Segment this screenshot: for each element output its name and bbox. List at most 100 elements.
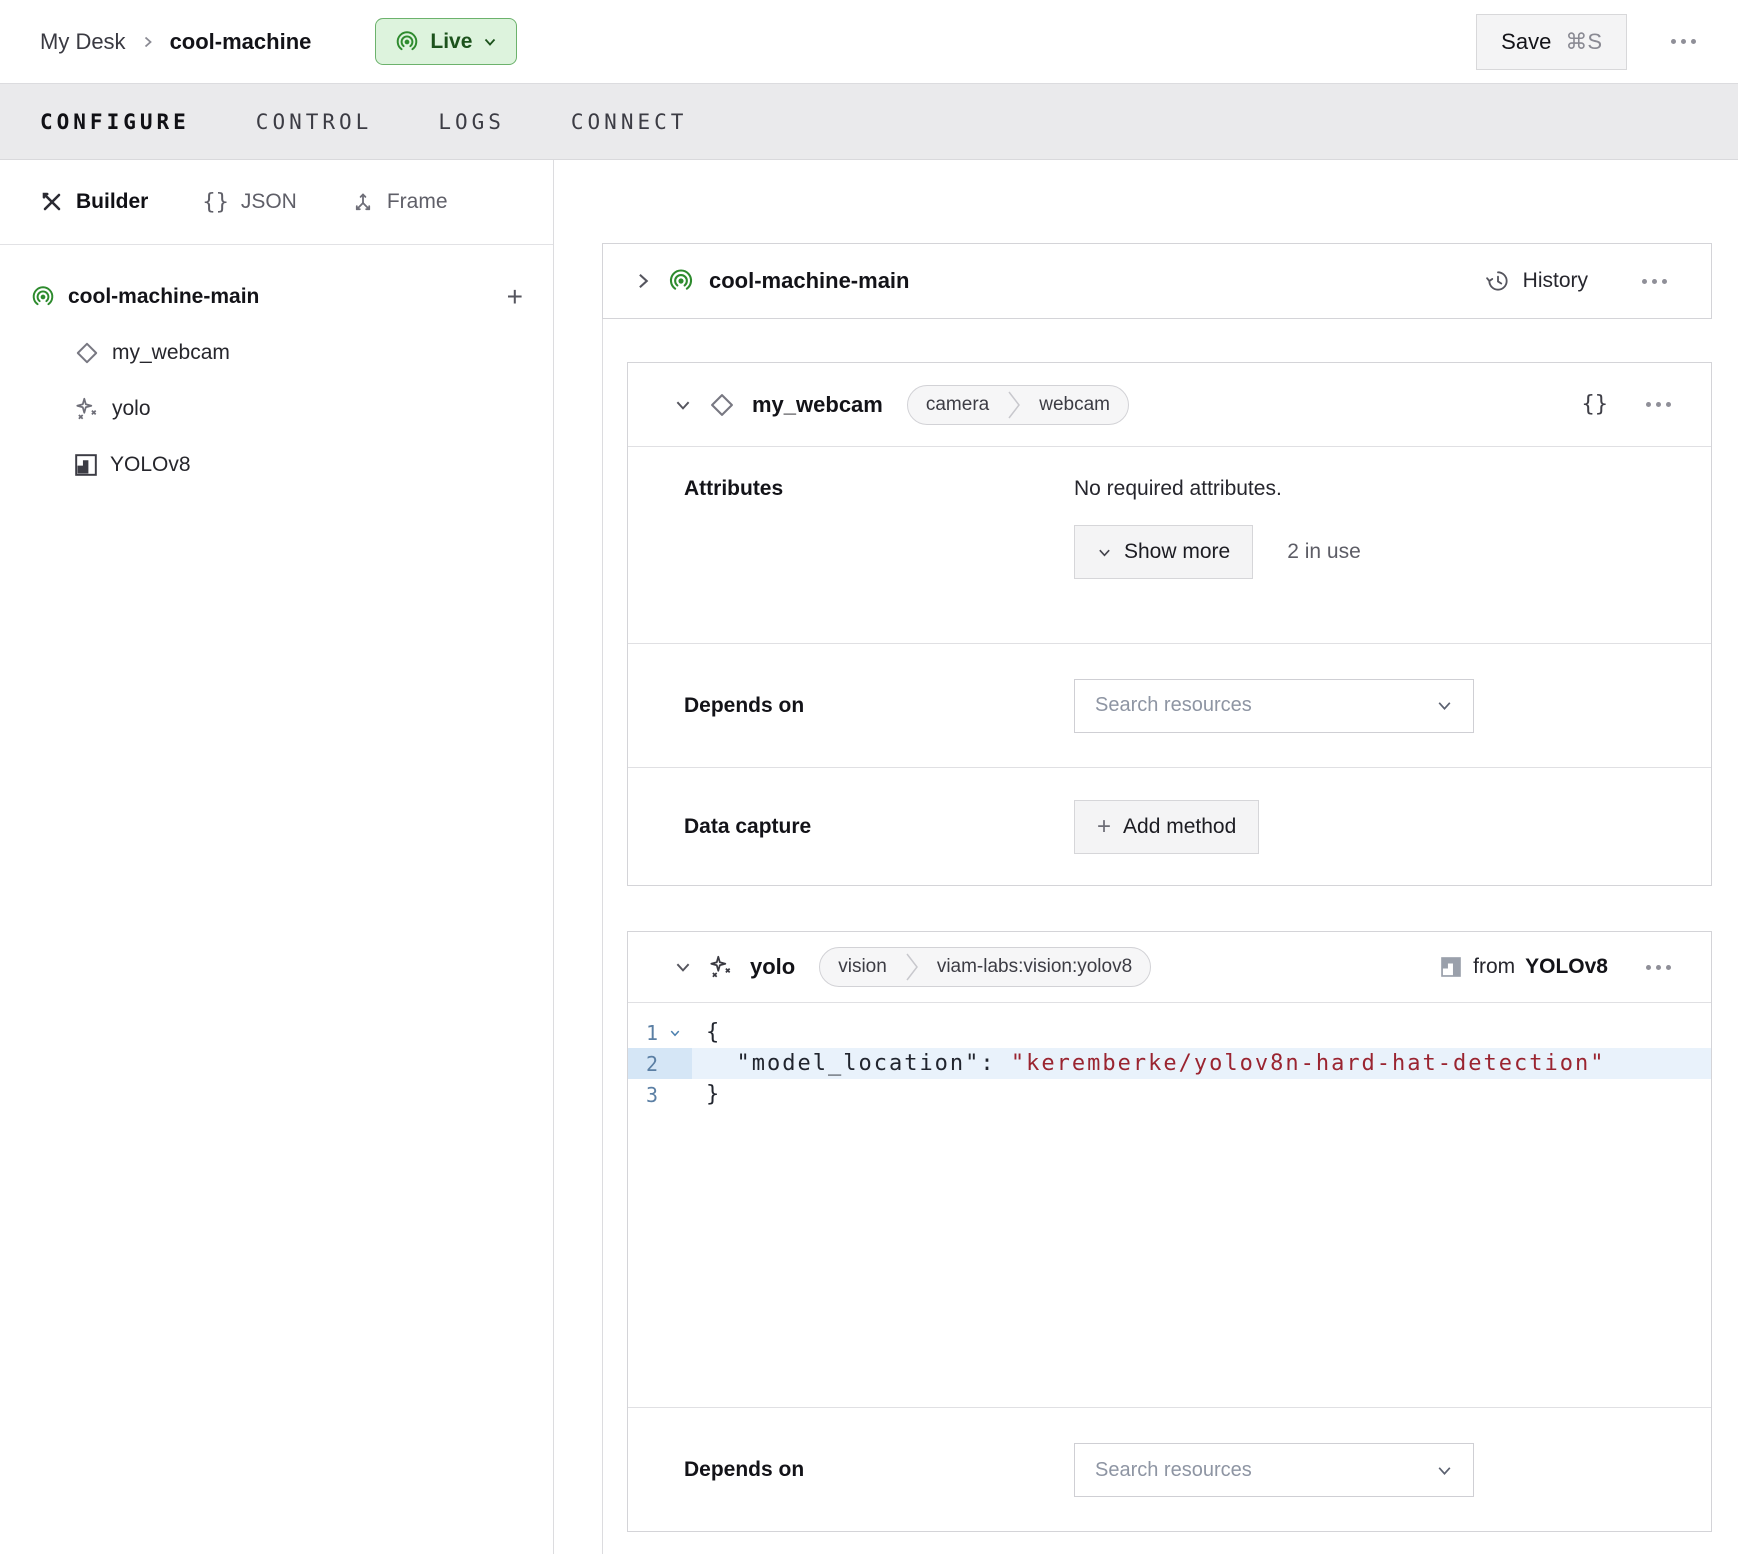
- webcam-card-title: my_webcam: [752, 392, 883, 418]
- depends-on-label: Depends on: [628, 694, 1074, 718]
- part-menu-button[interactable]: [1632, 269, 1677, 294]
- section-tab-bar: CONFIGURE CONTROL LOGS CONNECT: [0, 84, 1738, 160]
- chevron-down-icon: [1436, 697, 1453, 714]
- chevron-down-icon: [1097, 545, 1112, 560]
- view-tab-json-label: JSON: [241, 190, 297, 214]
- yolo-card-title: yolo: [750, 954, 795, 980]
- chevron-down-icon: [1436, 1462, 1453, 1479]
- show-more-button[interactable]: Show more: [1074, 525, 1253, 579]
- save-button[interactable]: Save ⌘S: [1476, 14, 1627, 70]
- breadcrumb-org[interactable]: My Desk: [40, 29, 126, 55]
- collapse-chevron-down-icon[interactable]: [674, 958, 692, 976]
- vision-service-icon: [74, 396, 100, 422]
- tab-configure[interactable]: CONFIGURE: [40, 104, 190, 140]
- view-tab-builder-label: Builder: [76, 190, 148, 214]
- webcam-depends-section: Depends on Search resources: [628, 644, 1711, 768]
- frame-axes-icon: [351, 190, 375, 214]
- yolo-depends-select[interactable]: Search resources: [1074, 1443, 1474, 1497]
- camera-component-icon: [74, 340, 100, 366]
- save-label: Save: [1501, 29, 1551, 55]
- search-resources-placeholder: Search resources: [1095, 694, 1252, 717]
- tab-logs[interactable]: LOGS: [438, 104, 505, 140]
- fold-chevron-icon[interactable]: [669, 1027, 681, 1039]
- webcam-menu-button[interactable]: [1636, 392, 1681, 417]
- machine-status-live-badge[interactable]: Live: [375, 18, 517, 65]
- view-tab-builder[interactable]: Builder: [40, 190, 148, 214]
- webcam-model-tag: webcam: [1021, 394, 1128, 416]
- tree-item-module-label: YOLOv8: [110, 453, 191, 477]
- plus-icon: +: [1097, 815, 1111, 839]
- data-capture-label: Data capture: [628, 815, 1074, 839]
- camera-component-icon: [708, 391, 736, 419]
- yolo-model-tag: viam-labs:vision:yolov8: [919, 956, 1150, 978]
- add-method-button[interactable]: + Add method: [1074, 800, 1259, 854]
- collapse-chevron-right-icon[interactable]: [633, 271, 653, 291]
- tab-connect[interactable]: CONNECT: [571, 104, 688, 140]
- live-icon: [394, 29, 420, 55]
- vision-service-icon: [708, 954, 734, 980]
- view-tab-frame[interactable]: Frame: [351, 190, 448, 214]
- code-separator: :: [980, 1051, 1011, 1076]
- add-resource-button[interactable]: +: [507, 283, 523, 311]
- tree-item-main-part[interactable]: cool-machine-main +: [0, 269, 553, 325]
- view-tab-json[interactable]: {} JSON: [202, 190, 297, 215]
- machine-part-icon: [30, 284, 56, 310]
- tree-item-module[interactable]: YOLOv8: [0, 437, 553, 493]
- gutter-line-2: 2: [628, 1048, 692, 1079]
- add-method-label: Add method: [1123, 815, 1236, 839]
- config-main-panel: cool-machine-main History: [554, 160, 1738, 1554]
- webcam-type-tag: camera: [908, 394, 1007, 416]
- part-indent-rail: [602, 319, 603, 1554]
- attributes-label: Attributes: [628, 477, 1074, 501]
- history-button[interactable]: History: [1485, 268, 1588, 294]
- line-number: 2: [628, 1052, 658, 1076]
- line-number: 3: [628, 1083, 658, 1107]
- webcam-attributes-section: Attributes No required attributes. Show …: [628, 447, 1711, 644]
- resource-tree: cool-machine-main + my_webcam yolo: [0, 245, 553, 493]
- more-menu-button[interactable]: [1661, 29, 1706, 54]
- line-number: 1: [628, 1021, 658, 1045]
- yolo-menu-button[interactable]: [1636, 955, 1681, 980]
- code-text: "model_location": "keremberke/yolov8n-ha…: [692, 1051, 1605, 1076]
- history-label: History: [1523, 269, 1588, 293]
- collapse-chevron-down-icon[interactable]: [674, 396, 692, 414]
- attributes-content: No required attributes. Show more 2 in u…: [1074, 477, 1361, 579]
- webcam-depends-select[interactable]: Search resources: [1074, 679, 1474, 733]
- code-text: {: [692, 1020, 721, 1045]
- tree-item-yolo-label: yolo: [112, 397, 151, 421]
- yolo-attributes-code-editor[interactable]: 1 { 2 "model_location": "keremberke/y: [628, 1002, 1711, 1408]
- tree-item-yolo[interactable]: yolo: [0, 381, 553, 437]
- from-module-name: YOLOv8: [1525, 955, 1608, 979]
- code-string-value: "keremberke/yolov8n-hard-hat-detection": [1011, 1051, 1606, 1076]
- part-header-card: cool-machine-main History: [602, 243, 1712, 319]
- content-area: Builder {} JSON Frame: [0, 160, 1738, 1554]
- braces-icon[interactable]: {}: [1582, 392, 1609, 417]
- code-line-2[interactable]: 2 "model_location": "keremberke/yolov8n-…: [628, 1048, 1711, 1079]
- tag-divider-icon: [905, 947, 919, 987]
- in-use-count: 2 in use: [1287, 540, 1361, 564]
- code-line-3[interactable]: 3 }: [628, 1079, 1711, 1110]
- chevron-down-icon: [482, 34, 498, 50]
- code-line-1[interactable]: 1 {: [628, 1017, 1711, 1048]
- tree-item-webcam[interactable]: my_webcam: [0, 325, 553, 381]
- tab-control[interactable]: CONTROL: [256, 104, 373, 140]
- show-more-label: Show more: [1124, 540, 1230, 564]
- webcam-data-capture-section: Data capture + Add method: [628, 768, 1711, 885]
- from-label: from: [1473, 955, 1515, 979]
- gutter-line-1: 1: [628, 1017, 692, 1048]
- part-header-actions: History: [1485, 268, 1677, 294]
- builder-tools-icon: [40, 190, 64, 214]
- top-bar: My Desk cool-machine Live Save ⌘S: [0, 0, 1738, 84]
- config-view-tabs: Builder {} JSON Frame: [0, 160, 553, 245]
- tag-divider-icon: [1007, 385, 1021, 425]
- breadcrumb-chevron-icon: [140, 34, 156, 50]
- code-text: }: [692, 1082, 721, 1107]
- history-clock-icon: [1485, 268, 1511, 294]
- attributes-actions: Show more 2 in use: [1074, 525, 1361, 579]
- braces-icon: {}: [202, 190, 229, 215]
- machine-part-icon: [667, 267, 695, 295]
- live-label: Live: [430, 30, 472, 54]
- attributes-empty-text: No required attributes.: [1074, 477, 1361, 501]
- webcam-card-header: my_webcam camera webcam {}: [628, 363, 1711, 447]
- webcam-card-actions: {}: [1582, 392, 1682, 417]
